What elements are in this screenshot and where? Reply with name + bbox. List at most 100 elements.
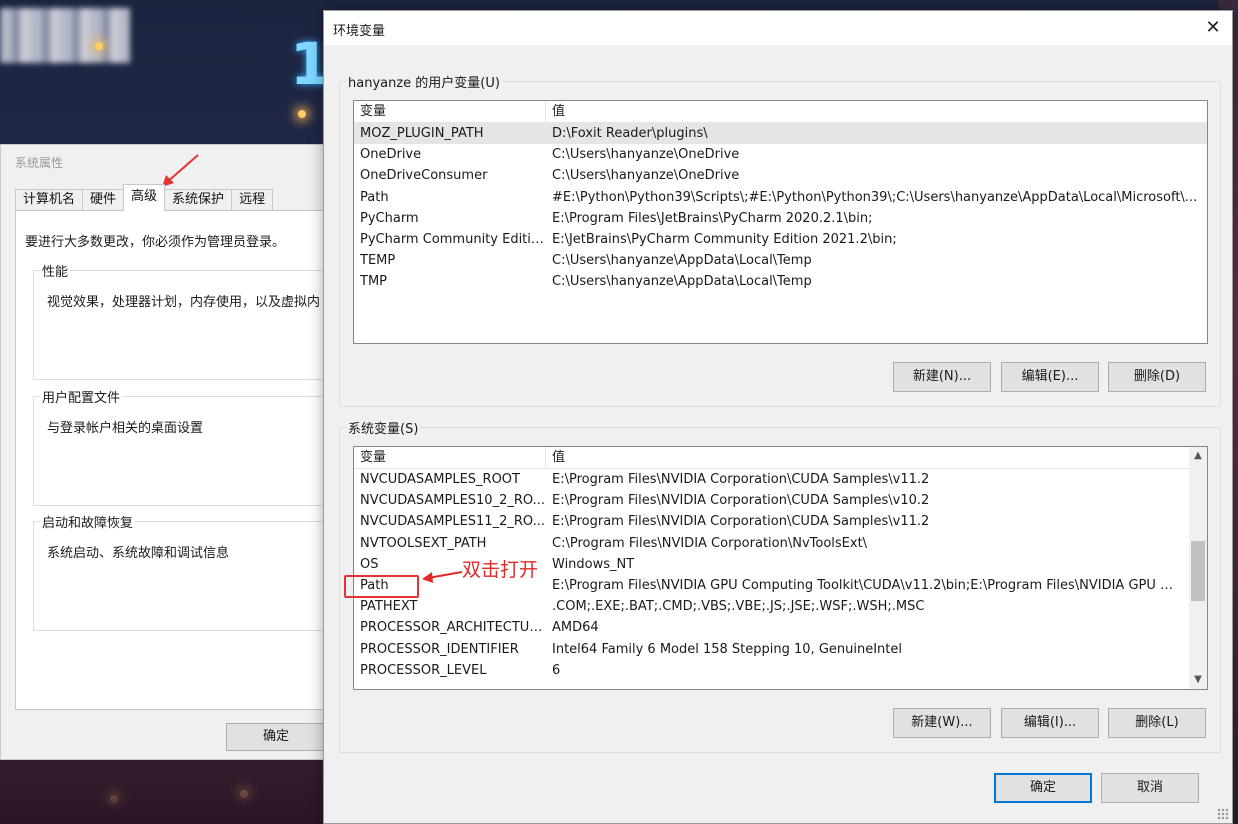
section-legend: 系统变量(S) <box>346 418 421 437</box>
variable-value: C:\Program Files\NVIDIA Corporation\NvTo… <box>552 535 868 551</box>
path-highlight-box <box>344 575 419 598</box>
variable-value: D:\Foxit Reader\plugins\ <box>552 126 708 141</box>
table-row[interactable]: MOZ_PLUGIN_PATH D:\Foxit Reader\plugins\ <box>354 123 1207 145</box>
variable-value: E:\Program Files\NVIDIA Corporation\CUDA… <box>552 472 930 487</box>
table-row[interactable]: PATHEXT .COM;.EXE;.BAT;.CMD;.VBS;.VBE;.JS… <box>354 596 1189 617</box>
variable-value: C:\Users\hanyanze\OneDrive <box>552 147 740 163</box>
system-properties-window: 系统属性 计算机名 硬件 高级 系统保护 远程 要进行大多数更改，你必须作为管理… <box>0 144 345 760</box>
variable-name: PyCharm Community Edition <box>360 231 546 247</box>
variable-name: PyCharm <box>360 210 419 226</box>
variable-name: PATHEXT <box>360 599 418 615</box>
scroll-down-icon[interactable]: ▼ <box>1189 671 1207 689</box>
user-profiles-group: 用户配置文件 与登录帐户相关的桌面设置 <box>33 387 333 506</box>
variable-name: OneDrive <box>360 147 422 163</box>
section-legend: hanyanze 的用户变量(U) <box>346 72 502 91</box>
group-legend: 启动和故障恢复 <box>40 512 136 531</box>
table-row[interactable]: NVCUDASAMPLES_ROOT E:\Program Files\NVIDI… <box>354 469 1189 490</box>
table-row[interactable]: NVCUDASAMPLES11_2_RO... E:\Program Files\… <box>354 511 1189 532</box>
group-description: 系统启动、系统故障和调试信息 <box>47 546 230 561</box>
user-delete-button[interactable]: 删除(D) <box>1108 362 1206 392</box>
table-row[interactable]: PyCharm E:\Program Files\JetBrains\PyChar… <box>354 208 1207 229</box>
system-new-button[interactable]: 新建(W)... <box>893 708 991 738</box>
variable-name: Path <box>360 189 389 205</box>
table-row[interactable]: PROCESSOR_LEVEL 6 <box>354 660 1189 681</box>
variable-name: PROCESSOR_IDENTIFIER <box>360 641 519 657</box>
column-header-value[interactable]: 值 <box>546 447 565 468</box>
startup-recovery-group: 启动和故障恢复 系统启动、系统故障和调试信息 <box>33 512 333 631</box>
variable-value: C:\Users\hanyanze\AppData\Local\Temp <box>552 274 812 290</box>
table-row[interactable]: PROCESSOR_IDENTIFIER Intel64 Family 6 Mod… <box>354 639 1189 660</box>
ok-button[interactable]: 确定 <box>226 723 326 751</box>
group-legend: 用户配置文件 <box>40 387 123 406</box>
variable-value: #E:\Python\Python39\Scripts\;#E:\Python\… <box>552 189 1198 205</box>
user-new-button[interactable]: 新建(N)... <box>893 362 991 392</box>
table-row[interactable]: NVTOOLSEXT_PATH C:\Program Files\NVIDIA C… <box>354 533 1189 554</box>
column-header-variable[interactable]: 变量 <box>354 101 546 122</box>
group-description: 与登录帐户相关的桌面设置 <box>47 421 204 436</box>
lantern-light <box>298 110 306 118</box>
tab-advanced[interactable]: 高级 <box>123 184 166 211</box>
dialog-titlebar: 环境变量 ✕ <box>324 11 1232 45</box>
variable-value: E:\Program Files\NVIDIA GPU Computing To… <box>552 577 1182 593</box>
tab-hardware[interactable]: 硬件 <box>82 189 125 211</box>
red-arrow-annotation <box>162 154 199 187</box>
tab-remote[interactable]: 远程 <box>231 189 274 211</box>
variable-value: C:\Users\hanyanze\AppData\Local\Temp <box>552 253 812 269</box>
table-row[interactable]: NVCUDASAMPLES10_2_RO... E:\Program Files\… <box>354 490 1189 511</box>
variable-value: E:\Program Files\JetBrains\PyCharm 2020.… <box>552 210 873 226</box>
window-title: 系统属性 <box>15 156 64 170</box>
cancel-button[interactable]: 取消 <box>1101 773 1199 803</box>
variable-name: NVCUDASAMPLES_ROOT <box>360 472 520 487</box>
group-description: 视觉效果，处理器计划，内存使用，以及虚拟内 <box>47 295 321 310</box>
system-delete-button[interactable]: 删除(L) <box>1108 708 1206 738</box>
scroll-up-icon[interactable]: ▲ <box>1189 447 1207 465</box>
tab-strip: 计算机名 硬件 高级 系统保护 远程 <box>15 184 274 211</box>
vertical-scrollbar[interactable]: ▲ ▼ <box>1189 447 1207 689</box>
table-row[interactable]: Path #E:\Python\Python39\Scripts\;#E:\Pyt… <box>354 187 1207 208</box>
variable-name: TMP <box>360 274 387 290</box>
double-click-note: 双击打开 <box>462 559 539 581</box>
close-icon[interactable]: ✕ <box>1202 17 1224 39</box>
variable-value: .COM;.EXE;.BAT;.CMD;.VBS;.VBE;.JS;.JSE;.… <box>552 599 925 615</box>
dialog-title: 环境变量 <box>333 24 386 39</box>
system-variables-section: 系统变量(S) 变量 值 NVCUDASAMPLES_ROOT E:\Progra… <box>339 418 1221 753</box>
table-row[interactable]: PROCESSOR_ARCHITECTURE AMD64 <box>354 617 1189 638</box>
variable-name: NVCUDASAMPLES10_2_RO... <box>360 493 545 509</box>
tab-computer-name[interactable]: 计算机名 <box>15 189 84 211</box>
scrollbar-thumb[interactable] <box>1191 541 1205 601</box>
variable-name: PROCESSOR_LEVEL <box>360 662 487 678</box>
variable-name: MOZ_PLUGIN_PATH <box>360 126 484 141</box>
column-header-variable[interactable]: 变量 <box>354 447 546 468</box>
variable-value: C:\Users\hanyanze\OneDrive <box>552 168 740 184</box>
lantern-light <box>95 42 103 50</box>
system-edit-button[interactable]: 编辑(I)... <box>1001 708 1099 738</box>
table-row[interactable]: OneDriveConsumer C:\Users\hanyanze\OneDri… <box>354 165 1207 186</box>
table-row[interactable]: TEMP C:\Users\hanyanze\AppData\Local\Temp <box>354 250 1207 271</box>
performance-group: 性能 视觉效果，处理器计划，内存使用，以及虚拟内 <box>33 261 333 380</box>
variable-name: PROCESSOR_ARCHITECTURE <box>360 620 546 636</box>
user-variables-section: hanyanze 的用户变量(U) 变量 值 MOZ_PLUGIN_PATH D:… <box>339 72 1221 407</box>
group-legend: 性能 <box>40 261 71 280</box>
table-row[interactable]: OneDrive C:\Users\hanyanze\OneDrive <box>354 144 1207 165</box>
variable-value: E:\Program Files\NVIDIA Corporation\CUDA… <box>552 514 930 530</box>
tab-system-protection[interactable]: 系统保护 <box>164 189 233 211</box>
environment-variables-dialog: 环境变量 ✕ hanyanze 的用户变量(U) 变量 值 MOZ_PLUGIN… <box>323 10 1233 824</box>
user-edit-button[interactable]: 编辑(E)... <box>1001 362 1099 392</box>
variable-name: NVCUDASAMPLES11_2_RO... <box>360 514 545 530</box>
variable-value: Windows_NT <box>552 556 635 572</box>
admin-note: 要进行大多数更改，你必须作为管理员登录。 <box>25 235 286 250</box>
column-header-value[interactable]: 值 <box>546 101 565 122</box>
table-row[interactable]: TMP C:\Users\hanyanze\AppData\Local\Temp <box>354 271 1207 292</box>
variable-value: Intel64 Family 6 Model 158 Stepping 10, … <box>552 641 903 657</box>
user-variables-list[interactable]: 变量 值 MOZ_PLUGIN_PATH D:\Foxit Reader\plug… <box>353 100 1208 344</box>
variable-name: TEMP <box>360 253 396 269</box>
variable-name: NVTOOLSEXT_PATH <box>360 535 487 551</box>
variable-name: OneDriveConsumer <box>360 168 488 184</box>
resize-grip[interactable] <box>1217 808 1229 820</box>
variable-value: E:\Program Files\NVIDIA Corporation\CUDA… <box>552 493 930 509</box>
ok-button[interactable]: 确定 <box>994 773 1092 803</box>
variable-value: E:\JetBrains\PyCharm Community Edition 2… <box>552 231 897 247</box>
list-header: 变量 值 <box>354 101 1207 123</box>
variable-value: 6 <box>552 662 561 678</box>
table-row[interactable]: PyCharm Community Edition E:\JetBrains\Py… <box>354 229 1207 250</box>
